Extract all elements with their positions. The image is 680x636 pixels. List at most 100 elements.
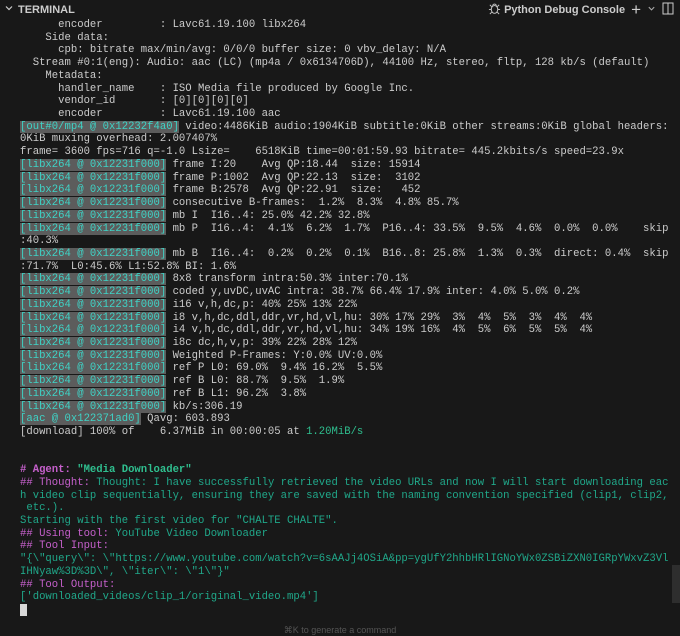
terminal-line: Starting with the first video for "CHALT…	[20, 515, 676, 528]
terminal-text: mb B I16..4: 0.2% 0.2% 0.1% B16..8: 25.8…	[166, 247, 669, 260]
terminal-text: # Agent:	[20, 464, 78, 477]
terminal-line: [libx264 @ 0x12231f000] mb I I16..4: 25.…	[20, 209, 676, 223]
terminal-text: consecutive B-frames: 1.2% 8.3% 4.8% 85.…	[166, 197, 459, 210]
terminal-line: [libx264 @ 0x12231f000] i8c dc,h,v,p: 39…	[20, 336, 676, 350]
terminal-text: Qavg: 603.893	[140, 413, 230, 426]
terminal-line: :71.7% L0:45.6% L1:52.8% BI: 1.6%	[20, 261, 676, 274]
terminal-text: coded y,uvDC,uvAC intra: 38.7% 66.4% 17.…	[166, 286, 580, 299]
terminal-text: 8x8 transform intra:50.3% inter:70.1%	[166, 273, 408, 286]
terminal-text: "Media Downloader"	[77, 464, 192, 477]
terminal-line: h video clip sequentially, ensuring they…	[20, 490, 676, 503]
terminal-text: 0KiB muxing overhead: 2.007407%	[20, 133, 218, 146]
log-source-tag: [libx264 @ 0x12231f000]	[20, 336, 167, 349]
terminal-line: IHNyaw%3D%3D\", \"iter\": \"1\"}"	[20, 566, 676, 579]
terminal-text: frame= 3600 fps=716 q=-1.0 Lsize= 6518Ki…	[20, 146, 624, 159]
terminal-text: :40.3%	[20, 235, 59, 248]
terminal-prompt-line[interactable]	[20, 604, 676, 617]
terminal-scrollbar[interactable]	[672, 565, 680, 603]
terminal-line: [aac @ 0x122371ad0] Qavg: 603.893	[20, 413, 676, 426]
terminal-line: [libx264 @ 0x12231f000] 8x8 transform in…	[20, 273, 676, 286]
terminal-text: Stream #0:1(eng): Audio: aac (LC) (mp4a …	[20, 57, 650, 70]
log-source-tag: [libx264 @ 0x12231f000]	[20, 311, 167, 324]
terminal-text: i4 v,h,dc,ddl,ddr,vr,hd,vl,hu: 34% 19% 1…	[166, 324, 593, 337]
terminal-text: ## Tool Output:	[20, 578, 116, 591]
terminal-line: 0KiB muxing overhead: 2.007407%	[20, 133, 676, 146]
terminal-text: i8c dc,h,v,p: 39% 22% 28% 12%	[166, 336, 357, 349]
terminal-line: ## Tool Input:	[20, 540, 676, 553]
split-terminal-icon[interactable]	[662, 2, 674, 18]
terminal-line: # Agent: "Media Downloader"	[20, 464, 676, 477]
terminal-text: mb I I16..4: 25.0% 42.2% 32.8%	[166, 209, 370, 222]
terminal-line: [libx264 @ 0x12231f000] coded y,uvDC,uvA…	[20, 286, 676, 299]
chevron-down-icon[interactable]	[647, 4, 656, 16]
log-source-tag: [libx264 @ 0x12231f000]	[20, 209, 167, 222]
log-source-tag: [libx264 @ 0x12231f000]	[20, 298, 167, 311]
terminal-text: i16 v,h,dc,p: 40% 25% 13% 22%	[166, 298, 357, 311]
terminal-select-dropdown[interactable]: Python Debug Console	[488, 2, 625, 18]
log-source-tag: [libx264 @ 0x12231f000]	[20, 222, 167, 235]
terminal-text: YouTube Video Downloader	[115, 527, 268, 540]
terminal-console-label: Python Debug Console	[504, 3, 626, 16]
log-source-tag: [libx264 @ 0x12231f000]	[20, 273, 167, 286]
log-source-tag: [out#0/mp4 @ 0x12232f4a0]	[20, 120, 179, 133]
terminal-line: encoder : Lavc61.19.100 aac	[20, 108, 676, 121]
terminal-text: Weighted P-Frames: Y:0.0% UV:0.0%	[166, 349, 383, 362]
log-source-tag: [libx264 @ 0x12231f000]	[20, 324, 167, 337]
terminal-text: frame B:2578 Avg QP:22.91 size: 452	[166, 184, 421, 197]
terminal-line: frame= 3600 fps=716 q=-1.0 Lsize= 6518Ki…	[20, 146, 676, 159]
terminal-text: ref B L1: 96.2% 3.8%	[166, 387, 307, 400]
terminal-text: ## Tool Input:	[20, 540, 110, 553]
terminal-text: h video clip sequentially, ensuring they…	[20, 489, 669, 502]
terminal-text: Starting with the first video for "CHALT…	[20, 515, 338, 528]
terminal-text: [download] 100% of 6.37MiB in 00:00:05 a…	[20, 426, 307, 438]
log-source-tag: [libx264 @ 0x12231f000]	[20, 375, 167, 388]
log-source-tag: [libx264 @ 0x12231f000]	[20, 171, 167, 184]
terminal-line: [libx264 @ 0x12231f000] ref B L0: 88.7% …	[20, 375, 676, 388]
terminal-text: 1.20MiB/s	[306, 426, 364, 438]
log-source-tag: [libx264 @ 0x12231f000]	[20, 197, 167, 210]
terminal-line: vendor_id : [0][0][0][0]	[20, 95, 676, 108]
log-source-tag: [libx264 @ 0x12231f000]	[20, 387, 167, 400]
terminal-text: ['downloaded_videos/clip_1/original_vide…	[20, 591, 319, 604]
terminal-text: ## Using tool:	[20, 527, 116, 540]
new-terminal-plus-icon[interactable]: +	[631, 1, 641, 18]
terminal-line: ['downloaded_videos/clip_1/original_vide…	[20, 591, 676, 604]
terminal-panel-header: TERMINAL Python Debug Console +	[0, 0, 680, 19]
terminal-text: handler_name : ISO Media file produced b…	[20, 82, 415, 95]
terminal-line: [libx264 @ 0x12231f000] mb P I16..4: 4.1…	[20, 222, 676, 236]
terminal-line: [out#0/mp4 @ 0x12232f4a0] video:4486KiB …	[20, 120, 676, 134]
terminal-text: encoder : Lavc61.19.100 libx264	[20, 19, 307, 31]
terminal-text: ref B L0: 88.7% 9.5% 1.9%	[166, 375, 345, 388]
log-source-tag: [libx264 @ 0x12231f000]	[20, 349, 167, 362]
log-source-tag: [libx264 @ 0x12231f000]	[20, 184, 167, 197]
terminal-text: frame I:20 Avg QP:18.44 size: 15914	[166, 158, 421, 171]
terminal-line: Stream #0:1(eng): Audio: aac (LC) (mp4a …	[20, 57, 676, 70]
terminal-text: Thought: I have successfully retrieved t…	[96, 476, 669, 489]
chevron-down-icon[interactable]	[4, 3, 14, 16]
log-source-tag: [libx264 @ 0x12231f000]	[20, 247, 167, 260]
terminal-line: etc.).	[20, 502, 676, 515]
terminal-line: ## Using tool: YouTube Video Downloader	[20, 528, 676, 541]
log-source-tag: [libx264 @ 0x12231f000]	[20, 400, 167, 413]
terminal-text: mb P I16..4: 4.1% 6.2% 1.7% P16..4: 33.5…	[166, 222, 669, 235]
terminal-text: ref P L0: 69.0% 9.4% 16.2% 5.5%	[166, 362, 383, 375]
terminal-line: encoder : Lavc61.19.100 libx264	[20, 19, 676, 32]
terminal-line: Side data:	[20, 32, 676, 45]
terminal-line: Metadata:	[20, 70, 676, 83]
terminal-line: [libx264 @ 0x12231f000] ref P L0: 69.0% …	[20, 362, 676, 375]
terminal-text: frame P:1002 Avg QP:22.13 size: 3102	[166, 171, 421, 184]
terminal-text: :71.7% L0:45.6% L1:52.8% BI: 1.6%	[20, 260, 237, 273]
terminal-line: [libx264 @ 0x12231f000] consecutive B-fr…	[20, 197, 676, 210]
terminal-text: encoder : Lavc61.19.100 aac	[20, 108, 281, 121]
terminal-line: [libx264 @ 0x12231f000] kb/s:306.19	[20, 400, 676, 414]
log-source-tag: [libx264 @ 0x12231f000]	[20, 362, 167, 375]
terminal-tab[interactable]: TERMINAL	[4, 3, 75, 16]
terminal-output[interactable]: encoder : Lavc61.19.100 libx264 Side dat…	[20, 19, 676, 617]
terminal-line: [libx264 @ 0x12231f000] Weighted P-Frame…	[20, 349, 676, 363]
terminal-text: video:4486KiB audio:1904KiB subtitle:0Ki…	[178, 120, 669, 133]
terminal-line: :40.3%	[20, 235, 676, 248]
terminal-text: Side data:	[20, 31, 110, 44]
terminal-text: kb/s:306.19	[166, 400, 243, 413]
